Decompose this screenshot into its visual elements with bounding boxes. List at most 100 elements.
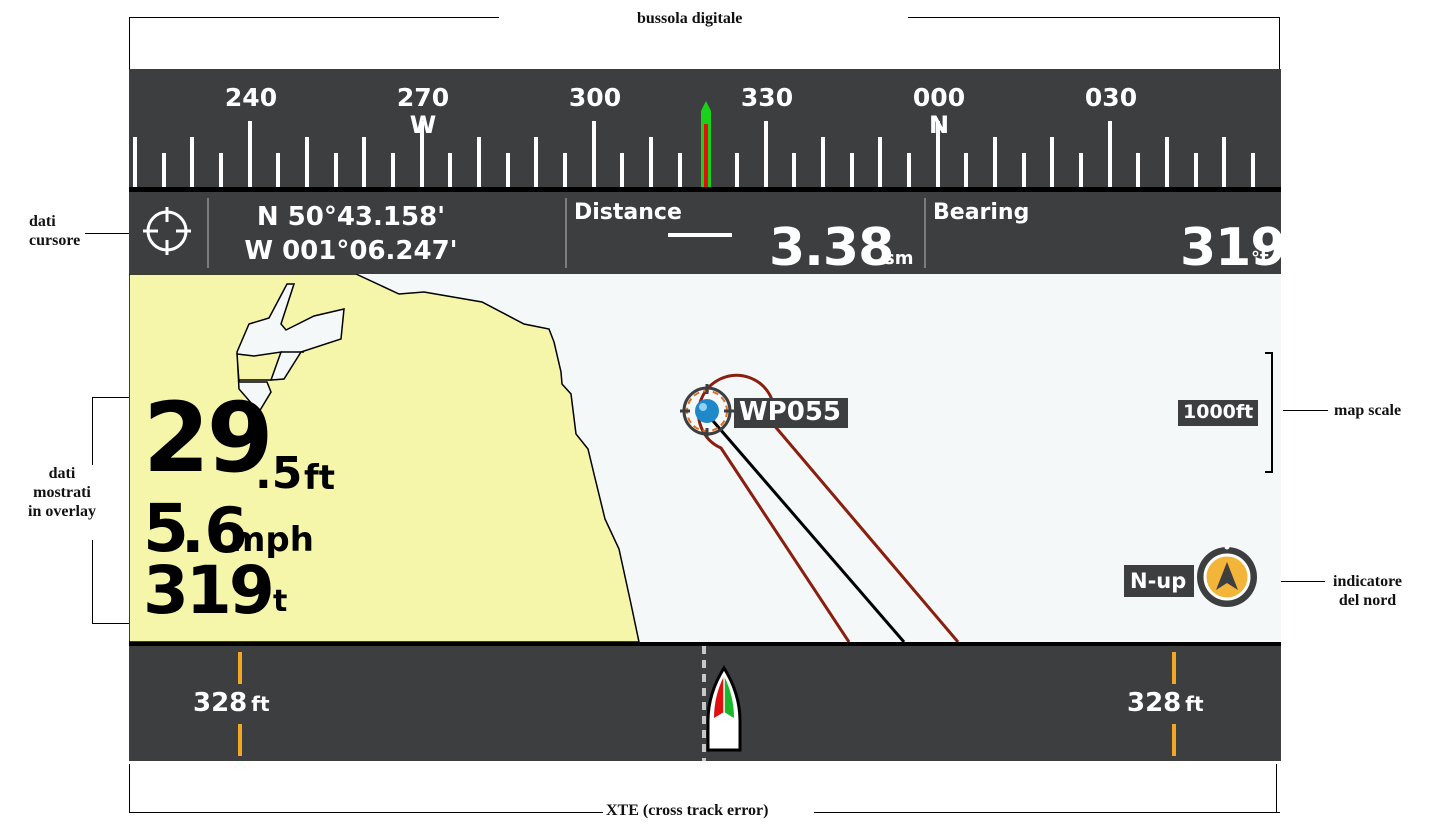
annotation-text: dati bbox=[29, 213, 56, 230]
compass-tick bbox=[792, 153, 797, 187]
cursor-latitude: N 50°43.158' bbox=[256, 202, 446, 232]
compass-tick bbox=[1251, 153, 1255, 187]
heading-label-240: 240 bbox=[224, 83, 278, 112]
annotation-line bbox=[1279, 17, 1280, 69]
annotation-xte: XTE (cross track error) bbox=[606, 802, 769, 819]
bearing-unit: °t bbox=[1251, 248, 1269, 269]
depth-unit: ft bbox=[304, 458, 336, 498]
map-scale-label: 1000ft bbox=[1178, 400, 1259, 426]
separator bbox=[565, 198, 567, 268]
compass-tick bbox=[1193, 153, 1198, 187]
annotation-text: del nord bbox=[1338, 592, 1397, 610]
annotation-line bbox=[908, 17, 1280, 18]
annotation-line bbox=[92, 540, 93, 624]
cursor-longitude: W 001°06.247' bbox=[244, 236, 458, 266]
boat-icon bbox=[702, 646, 742, 761]
depth-decimal: .5 bbox=[255, 448, 303, 499]
annotation-line bbox=[814, 812, 1280, 813]
annotation-map-scale: map scale bbox=[1334, 402, 1402, 419]
compass-tick bbox=[1050, 137, 1055, 187]
compass-tick bbox=[333, 153, 338, 187]
heading-label-000: 000 bbox=[912, 83, 966, 112]
annotation-text: mostrati bbox=[33, 484, 91, 502]
annotation-line bbox=[92, 623, 129, 624]
waypoint-label[interactable]: WP055 bbox=[734, 398, 849, 429]
compass-major-tick bbox=[419, 121, 424, 187]
xte-left-unit: ft bbox=[251, 692, 270, 716]
compass-tick bbox=[735, 153, 739, 187]
bearing-label: Bearing bbox=[933, 200, 1030, 225]
compass-tick bbox=[1079, 153, 1083, 187]
bearing-value: 319 bbox=[1180, 218, 1287, 278]
annotation-text: in overlay bbox=[28, 503, 96, 521]
distance-value: 3.38 bbox=[769, 218, 894, 278]
xte-left-marker bbox=[238, 724, 242, 756]
annotation-line bbox=[92, 397, 93, 465]
heading-label-030: 030 bbox=[1084, 83, 1138, 112]
waypoint-icon bbox=[680, 384, 734, 438]
xte-left-value: 328 bbox=[193, 688, 248, 718]
xte-right-marker bbox=[1172, 724, 1176, 756]
compass-tick bbox=[133, 137, 137, 187]
compass-tick bbox=[1136, 153, 1141, 187]
compass-tick bbox=[878, 137, 883, 187]
compass-tick bbox=[649, 137, 653, 187]
crosshair-icon[interactable] bbox=[142, 206, 192, 256]
heading-label-330: 330 bbox=[740, 83, 794, 112]
annotation-line bbox=[1283, 410, 1328, 411]
compass-tick bbox=[993, 137, 997, 187]
annotation-compass: bussola digitale bbox=[637, 10, 743, 27]
separator bbox=[207, 198, 209, 268]
heading-label-300: 300 bbox=[568, 83, 622, 112]
course-line bbox=[705, 413, 906, 642]
compass-tick bbox=[534, 137, 539, 187]
xte-right-unit: ft bbox=[1185, 692, 1204, 716]
heading-unit: °t bbox=[258, 584, 288, 619]
xte-left-marker bbox=[238, 652, 242, 684]
annotation-line bbox=[85, 233, 129, 234]
xte-left: 328 ft bbox=[193, 690, 270, 716]
compass-tick bbox=[620, 153, 625, 187]
annotation-cursor-data: dati cursore bbox=[29, 212, 80, 250]
distance-dash bbox=[668, 233, 732, 237]
compass-major-tick bbox=[247, 121, 252, 187]
compass-tick bbox=[821, 137, 825, 187]
annotation-text: cursore bbox=[29, 232, 81, 250]
compass-tick bbox=[505, 153, 510, 187]
compass-major-tick bbox=[935, 121, 940, 187]
compass-tick bbox=[161, 153, 166, 187]
compass-tick bbox=[448, 153, 453, 187]
digital-compass: 240 270 300 330 000 030 W N bbox=[129, 69, 1281, 187]
compass-tick bbox=[563, 153, 567, 187]
xte-right: 328 ft bbox=[1127, 690, 1204, 716]
xte-right-value: 328 bbox=[1127, 688, 1182, 718]
compass-tick bbox=[190, 137, 195, 187]
annotation-line bbox=[129, 17, 499, 18]
north-up-label[interactable]: N-up bbox=[1124, 565, 1195, 598]
compass-tick bbox=[849, 153, 854, 187]
annotation-line bbox=[129, 812, 603, 813]
compass-tick bbox=[477, 137, 481, 187]
compass-tick bbox=[219, 153, 223, 187]
xte-right-marker bbox=[1172, 652, 1176, 684]
compass-tick bbox=[362, 137, 367, 187]
annotation-line bbox=[129, 17, 130, 69]
compass-tick bbox=[391, 153, 395, 187]
compass-tick bbox=[907, 153, 911, 187]
compass-tick bbox=[1165, 137, 1169, 187]
distance-label: Distance bbox=[574, 200, 682, 225]
compass-tick bbox=[276, 153, 281, 187]
heading-label-270: 270 bbox=[396, 83, 450, 112]
map-scale-bar bbox=[1265, 352, 1273, 473]
info-bar: N 50°43.158' W 001°06.247' Distance 3.38… bbox=[129, 192, 1287, 278]
chart-screen: 240 270 300 330 000 030 W N N 50°43.158'… bbox=[129, 69, 1287, 761]
annotation-line bbox=[1276, 764, 1277, 813]
compass-major-tick bbox=[1107, 121, 1112, 187]
compass-tick bbox=[305, 137, 309, 187]
annotation-overlay: dati mostrati in overlay bbox=[28, 464, 96, 522]
map-view[interactable]: 29 .5 ft 5 .6 mph 319 °t WP055 1000ft N-… bbox=[129, 274, 1281, 642]
north-arrow-icon bbox=[1197, 544, 1257, 607]
annotation-text: indicatore bbox=[1333, 573, 1403, 590]
compass-major-tick bbox=[763, 121, 768, 187]
annotation-north-indicator: indicatore del nord bbox=[1333, 572, 1402, 610]
